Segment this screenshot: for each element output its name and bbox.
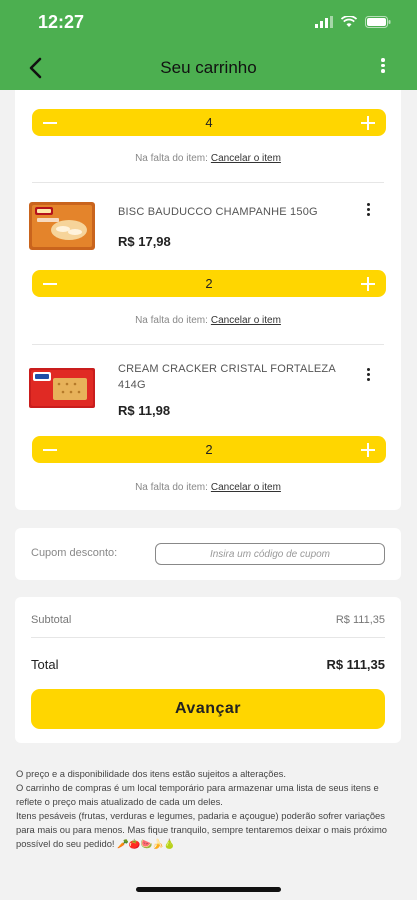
- advance-button[interactable]: Avançar: [31, 689, 385, 729]
- product-image: [29, 368, 95, 408]
- quantity-stepper: 4: [32, 109, 386, 136]
- cancel-item-link[interactable]: Cancelar o item: [211, 153, 281, 164]
- quantity-value: 4: [205, 115, 213, 130]
- item-options-button[interactable]: [365, 203, 371, 219]
- plus-button[interactable]: [360, 115, 376, 131]
- divider: [31, 637, 385, 638]
- product-price: R$ 11,98: [118, 403, 171, 418]
- subtotal-value: R$ 111,35: [335, 614, 385, 626]
- more-vertical-icon: [377, 58, 389, 73]
- more-vertical-icon: [365, 203, 371, 216]
- order-summary-card: Subtotal R$ 111,35 Total R$ 111,35 Avanç…: [15, 597, 401, 743]
- quantity-value: 2: [205, 276, 213, 291]
- disclaimer-text: O preço e a disponibilidade dos itens es…: [16, 767, 401, 851]
- wifi-icon: [341, 16, 357, 27]
- missing-item-option: Na falta do item: Cancelar o item: [15, 315, 401, 326]
- coupon-card: Cupom desconto:: [15, 528, 401, 580]
- cancel-item-link[interactable]: Cancelar o item: [211, 315, 281, 326]
- home-indicator[interactable]: [136, 887, 281, 892]
- disclaimer-body: O preço e a disponibilidade dos itens es…: [16, 768, 388, 849]
- more-vertical-icon: [365, 368, 371, 381]
- quantity-value: 2: [205, 442, 213, 457]
- product-image: [29, 202, 95, 250]
- total-label: Total: [31, 657, 59, 672]
- minus-button[interactable]: [42, 115, 58, 131]
- signal-icon: [315, 16, 333, 28]
- subtotal-label: Subtotal: [31, 614, 72, 626]
- product-price: R$ 17,98: [118, 234, 171, 249]
- coupon-input[interactable]: [155, 543, 385, 565]
- missing-item-option: Na falta do item: Cancelar o item: [15, 482, 401, 493]
- missing-item-option: Na falta do item: Cancelar o item: [15, 153, 401, 164]
- total-value: R$ 111,35: [326, 657, 385, 672]
- cancel-item-link[interactable]: Cancelar o item: [211, 482, 281, 493]
- minus-button[interactable]: [42, 276, 58, 292]
- coupon-label: Cupom desconto:: [31, 547, 118, 559]
- plus-button[interactable]: [360, 442, 376, 458]
- status-time: 12:27: [38, 12, 85, 32]
- divider: [32, 344, 384, 345]
- battery-icon: [365, 16, 391, 28]
- missing-item-label: Na falta do item:: [135, 482, 208, 493]
- missing-item-label: Na falta do item:: [135, 315, 208, 326]
- plus-button[interactable]: [360, 276, 376, 292]
- product-name: BISC BAUDUCCO CHAMPANHE 150G: [118, 206, 318, 218]
- quantity-stepper: 2: [32, 270, 386, 297]
- status-bar: 12:27: [0, 0, 417, 44]
- quantity-stepper: 2: [32, 436, 386, 463]
- missing-item-label: Na falta do item:: [135, 153, 208, 164]
- more-options-button[interactable]: [377, 58, 389, 78]
- divider: [32, 182, 384, 183]
- product-name: CREAM CRACKER CRISTAL FORTALEZA 414G: [118, 363, 336, 391]
- item-options-button[interactable]: [365, 368, 371, 384]
- minus-button[interactable]: [42, 442, 58, 458]
- page-title: Seu carrinho: [160, 58, 257, 77]
- cart-items-card: 4 Na falta do item: Cancelar o item BISC …: [15, 90, 401, 510]
- status-icons: [315, 16, 391, 28]
- app-bar: Seu carrinho: [0, 44, 417, 90]
